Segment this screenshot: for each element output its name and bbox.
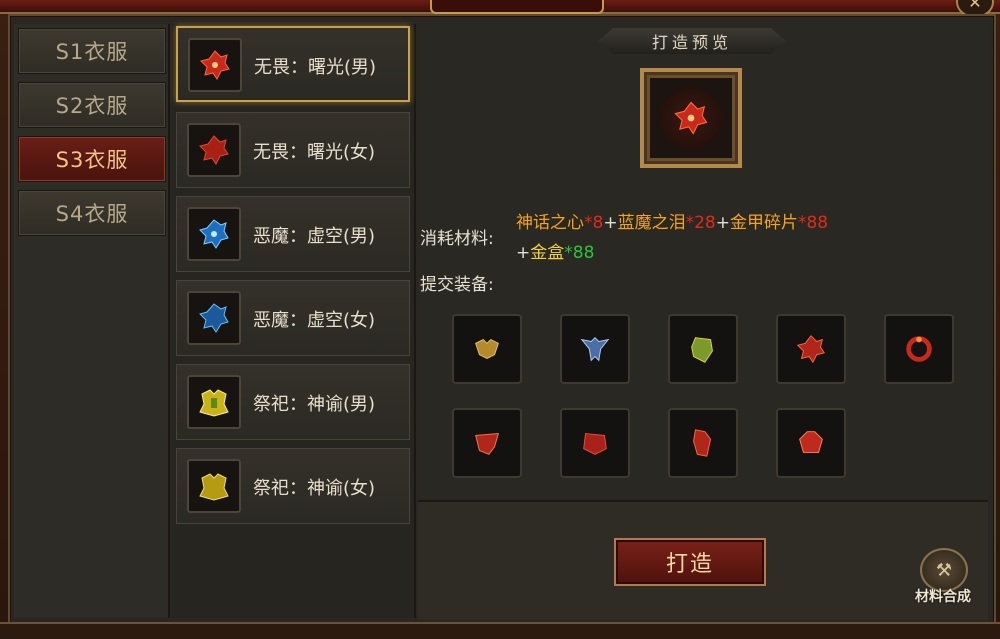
materials-line: 神话之心*8+蓝魔之泪*28+金甲碎片*88 [516, 213, 829, 233]
title-plate [430, 0, 604, 14]
material-name: 蓝魔之泪 [617, 213, 686, 233]
preview-frame [640, 68, 742, 168]
gold-armor-icon [475, 338, 499, 359]
bottom-band [0, 622, 1000, 639]
item-row[interactable]: 祭祀：神谕(女) [176, 448, 410, 524]
item-row[interactable]: 无畏：曙光(女) [176, 112, 410, 188]
red-armor-icon [475, 433, 499, 455]
item-row[interactable]: 祭祀：神谕(男) [176, 364, 410, 440]
red-armor-icon [693, 429, 712, 457]
item-row[interactable]: 恶魔：虚空(女) [176, 280, 410, 356]
equipment-slot[interactable] [560, 408, 630, 478]
red-armor-icon [659, 87, 723, 149]
equipment-slot[interactable] [776, 408, 846, 478]
gold-box-name: 金盒 [530, 243, 565, 263]
item-label: 恶魔：虚空(男) [253, 226, 376, 247]
blue-armor-icon [580, 336, 610, 362]
category-list: S1衣服 S2衣服 S3衣服 S4衣服 [14, 24, 170, 618]
red-armor-icon [796, 335, 825, 364]
category-s3[interactable]: S3衣服 [18, 136, 166, 182]
item-label: 恶魔：虚空(女) [253, 310, 376, 331]
materials-label: 消耗材料: [420, 229, 494, 249]
red-armor-icon [799, 431, 823, 453]
red-ring-icon [906, 336, 932, 362]
item-label: 无畏：曙光(女) [253, 142, 376, 163]
item-row[interactable]: 恶魔：虚空(男) [176, 196, 410, 272]
equipment-slot[interactable] [560, 314, 630, 384]
item-list: 无畏：曙光(男) 无畏：曙光(女) 恶魔：虚空(男) 恶魔：虚空(女) 祭祀：神… [172, 24, 416, 618]
material-synth-label: 材料合成 [915, 589, 971, 605]
equipment-slot[interactable] [452, 314, 522, 384]
preview-title: 打造预览 [598, 28, 786, 54]
gold-armor-icon [187, 459, 241, 513]
close-icon: ✕ [968, 0, 982, 12]
gold-armor-icon [187, 375, 241, 429]
material-qty: *28 [685, 213, 716, 233]
material-synth-button[interactable]: ⚒ 材料合成 [906, 548, 980, 606]
submit-label: 提交装备: [420, 275, 494, 295]
equipment-slot[interactable] [884, 314, 954, 384]
forge-button[interactable]: 打造 [614, 538, 766, 586]
item-label: 祭祀：神谕(男) [253, 394, 376, 415]
equipment-slot[interactable] [452, 408, 522, 478]
equipment-slot[interactable] [776, 314, 846, 384]
blue-armor-icon [187, 207, 241, 261]
category-s4[interactable]: S4衣服 [18, 190, 166, 236]
equipment-slot[interactable] [668, 408, 738, 478]
material-qty: *8 [584, 213, 604, 233]
equipment-slot[interactable] [668, 314, 738, 384]
material-name: 金甲碎片 [729, 213, 798, 233]
category-s1[interactable]: S1衣服 [18, 28, 166, 74]
material-name: 神话之心 [516, 213, 584, 233]
red-armor-icon [187, 123, 241, 177]
red-armor-icon [188, 38, 242, 92]
gold-box-qty: *88 [564, 243, 595, 263]
item-label: 祭祀：神谕(女) [253, 478, 376, 499]
green-armor-icon [691, 337, 713, 363]
materials-extra: +金盒*88 [516, 243, 595, 263]
red-armor-icon [583, 433, 607, 455]
item-label: 无畏：曙光(男) [254, 57, 377, 78]
material-qty: *88 [797, 213, 829, 233]
category-s2[interactable]: S2衣服 [18, 82, 166, 128]
blue-armor-icon [187, 291, 241, 345]
item-row[interactable]: 无畏：曙光(男) [176, 26, 410, 102]
